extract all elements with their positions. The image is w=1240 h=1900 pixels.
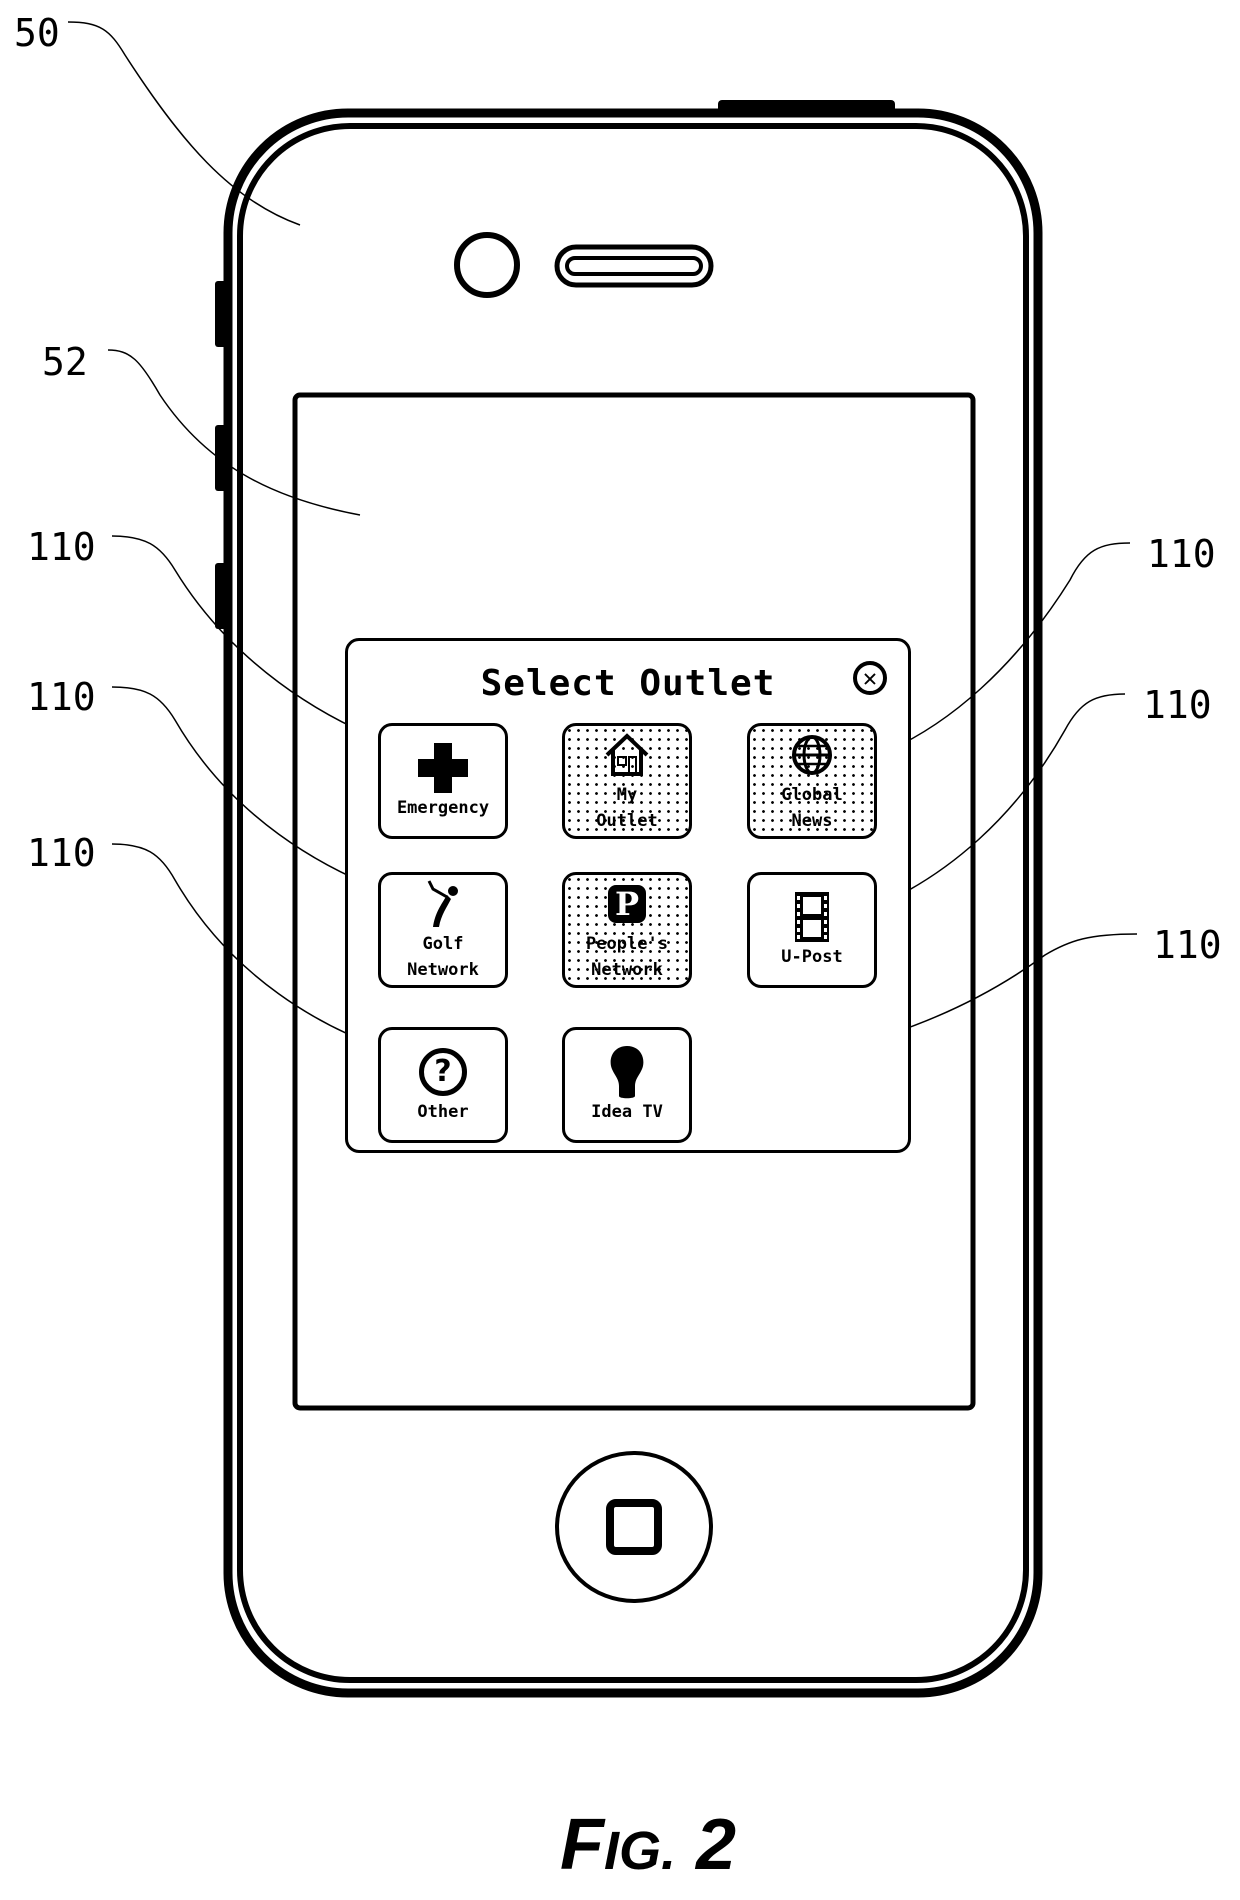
tile-label: U-Post [781,947,843,967]
fig-prefix: F [560,1805,604,1885]
tile-my-outlet[interactable]: My Outlet [562,723,692,839]
ref-screen: 52 [42,340,88,384]
ref-outlet-idea: 110 [1153,923,1222,967]
ref-device: 50 [14,11,60,55]
ref-outlet-emergency: 110 [27,525,96,569]
ref-outlet-other: 110 [27,831,96,875]
close-icon[interactable]: ✕ [853,661,887,695]
golfer-icon [423,877,463,931]
tile-label: Golf Network [407,934,479,980]
fig-number: 2 [696,1805,737,1885]
tile-label: Global News [781,785,843,831]
globe-icon [791,728,833,782]
tile-label: My Outlet [596,785,658,831]
dialog-title: Select Outlet [480,663,776,704]
ref-outlet-upost: 110 [1143,683,1212,727]
question-glyph: ? [419,1048,467,1096]
select-outlet-dialog: Select Outlet ✕ Emergency My Outlet Glob… [345,638,911,1153]
tile-peoples-network[interactable]: P People's Network [562,872,692,988]
ref-outlet-golf: 110 [27,675,96,719]
earpiece-inner [565,256,703,276]
p-badge-glyph: P [608,885,646,923]
tile-label: Other [417,1102,469,1122]
p-badge-icon: P [608,877,646,931]
tile-label: Idea TV [591,1102,663,1122]
ref-outlet-global: 110 [1147,532,1216,576]
home-square-icon [606,1499,662,1555]
tile-global-news[interactable]: Global News [747,723,877,839]
figure-caption: FIG. 2 [560,1805,736,1891]
earpiece-speaker [554,244,714,288]
tile-idea-tv[interactable]: Idea TV [562,1027,692,1143]
tile-label: Emergency [396,798,490,818]
tile-label: People's Network [586,934,668,980]
question-circle-icon: ? [419,1045,467,1099]
home-button[interactable] [555,1451,713,1603]
medical-cross-icon [418,741,468,795]
front-camera [454,232,520,298]
tile-other[interactable]: ? Other [378,1027,508,1143]
fig-smallcaps: IG. [603,1821,676,1881]
lightbulb-icon [607,1045,647,1099]
tile-emergency[interactable]: Emergency [378,723,508,839]
film-strip-icon [795,890,829,944]
house-icon [604,728,650,782]
tile-golf-network[interactable]: Golf Network [378,872,508,988]
tile-u-post[interactable]: U-Post [747,872,877,988]
